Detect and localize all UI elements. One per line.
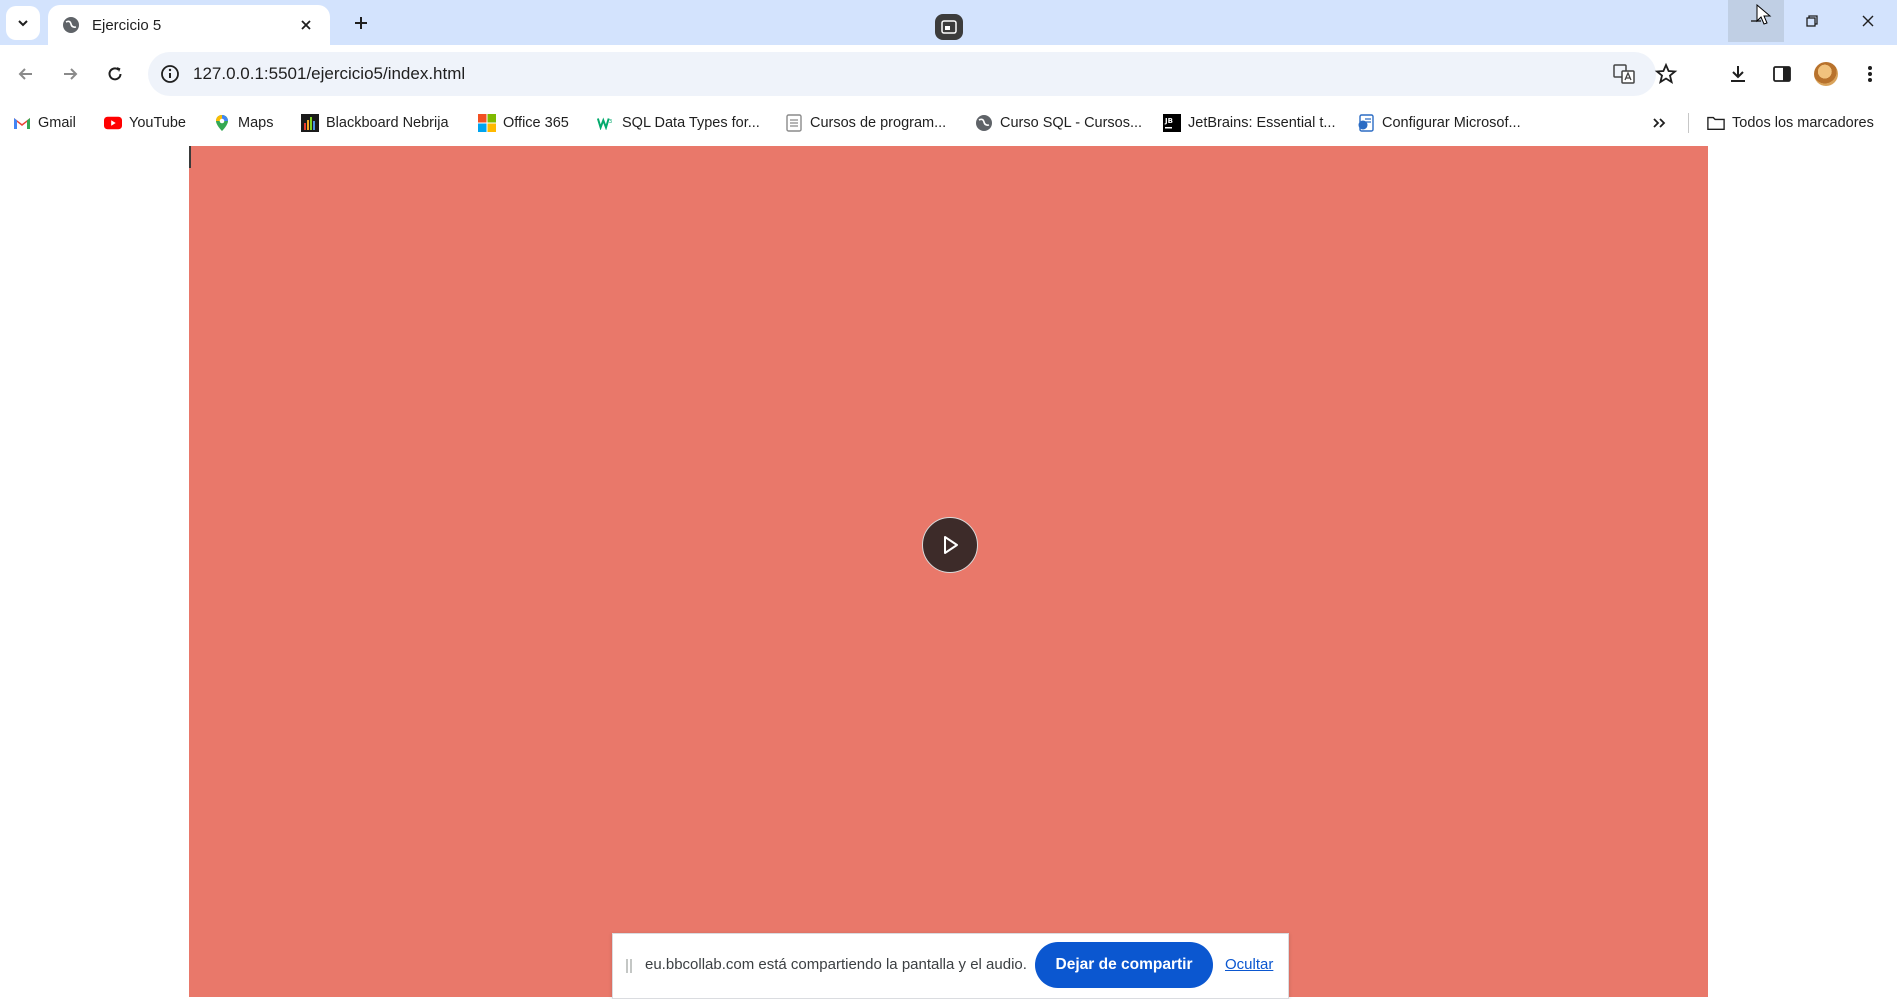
screen-share-icon: [941, 20, 957, 34]
drag-handle-icon[interactable]: [625, 958, 633, 974]
chevron-down-icon: [18, 20, 28, 27]
downloads-button[interactable]: [1720, 56, 1756, 92]
reload-icon: [108, 67, 122, 81]
close-icon: [301, 20, 311, 30]
menu-button[interactable]: [1852, 56, 1888, 92]
back-button[interactable]: [8, 56, 44, 92]
bookmark-cursos-programacion[interactable]: Cursos de program...: [785, 111, 946, 135]
bookmark-youtube[interactable]: YouTube: [104, 111, 186, 135]
window-close-button[interactable]: [1840, 0, 1896, 42]
svg-text:JB: JB: [1164, 117, 1173, 125]
bookmark-label: Curso SQL - Cursos...: [1000, 115, 1143, 131]
share-message: eu.bbcollab.com está compartiendo la pan…: [645, 956, 1027, 973]
bookmark-blackboard[interactable]: Blackboard Nebrija: [301, 111, 449, 135]
maps-icon: [213, 114, 231, 132]
all-bookmarks-button[interactable]: Todos los marcadores: [1707, 111, 1874, 135]
bookmark-label: Blackboard Nebrija: [326, 115, 449, 131]
stop-sharing-button[interactable]: Dejar de compartir: [1035, 942, 1213, 988]
w3schools-icon: 3: [597, 114, 615, 132]
translate-icon[interactable]: [1612, 62, 1636, 86]
close-icon: [1862, 15, 1874, 27]
bookmarks-bar: Gmail YouTube Maps Blackboard Nebrija Of…: [0, 103, 1897, 141]
plus-icon: [355, 17, 367, 29]
bookmark-label: SQL Data Types for...: [622, 115, 760, 131]
bookmark-curso-sql[interactable]: Curso SQL - Cursos...: [975, 111, 1142, 135]
bookmark-label: YouTube: [129, 115, 186, 131]
reload-button[interactable]: [97, 56, 133, 92]
avatar: [1814, 62, 1838, 86]
bookmark-label: Configurar Microsof...: [1382, 115, 1521, 131]
forward-button[interactable]: [52, 56, 88, 92]
tab-search-button[interactable]: [6, 6, 40, 40]
play-button[interactable]: [922, 517, 978, 573]
bookmark-maps[interactable]: Maps: [213, 111, 273, 135]
bookmark-gmail[interactable]: Gmail: [13, 111, 76, 135]
arrow-left-icon: [18, 68, 32, 80]
play-icon: [944, 536, 958, 554]
site-info-icon[interactable]: [158, 62, 182, 86]
bookmark-configurar-microsoft[interactable]: Configurar Microsof...: [1357, 111, 1521, 135]
side-panel-button[interactable]: [1764, 56, 1800, 92]
bookmarks-overflow-button[interactable]: [1651, 111, 1667, 135]
gmail-icon: [13, 114, 31, 132]
bookmark-label: JetBrains: Essential t...: [1188, 115, 1336, 131]
jetbrains-icon: JB: [1163, 114, 1181, 132]
bookmark-label: Maps: [238, 115, 274, 131]
tab-strip: Ejercicio 5: [0, 0, 1897, 45]
download-icon: [1731, 66, 1745, 82]
youtube-icon: [104, 114, 122, 132]
screen-share-notification: eu.bbcollab.com está compartiendo la pan…: [612, 933, 1289, 999]
bookmark-sql-data-types[interactable]: 3 SQL Data Types for...: [597, 111, 760, 135]
double-chevron-right-icon: [1653, 118, 1666, 128]
profile-button[interactable]: [1808, 56, 1844, 92]
address-bar[interactable]: 127.0.0.1:5501/ejercicio5/index.html: [148, 52, 1678, 96]
video-edge: [189, 146, 191, 168]
new-tab-button[interactable]: [346, 8, 376, 38]
page-content: [0, 141, 1897, 997]
globe-icon: [975, 114, 993, 132]
tab-active[interactable]: Ejercicio 5: [48, 5, 330, 45]
side-panel-icon: [1773, 66, 1791, 82]
bookmark-label: Office 365: [503, 115, 569, 131]
document-icon: [785, 114, 803, 132]
mouse-cursor-icon: [1756, 4, 1772, 25]
office-icon: [478, 114, 496, 132]
folder-icon: [1707, 114, 1725, 132]
bookmark-office365[interactable]: Office 365: [478, 111, 569, 135]
browser-toolbar: 127.0.0.1:5501/ejercicio5/index.html: [0, 45, 1897, 103]
arrow-right-icon: [64, 68, 78, 80]
screen-share-indicator[interactable]: [935, 14, 963, 40]
bookmark-label: Cursos de program...: [810, 115, 947, 131]
more-vertical-icon: [1868, 66, 1872, 82]
bookmark-jetbrains[interactable]: JB JetBrains: Essential t...: [1163, 111, 1335, 135]
video-player[interactable]: [189, 146, 1708, 997]
svg-text:3: 3: [609, 119, 612, 125]
globe-icon: [63, 17, 79, 33]
bookmark-star-icon[interactable]: [1654, 62, 1678, 86]
tab-close-button[interactable]: [294, 13, 318, 37]
bookmark-label: Gmail: [38, 115, 76, 131]
url-text[interactable]: 127.0.0.1:5501/ejercicio5/index.html: [193, 64, 465, 84]
restore-icon: [1806, 15, 1818, 27]
hide-link[interactable]: Ocultar: [1225, 956, 1273, 973]
all-bookmarks-label: Todos los marcadores: [1732, 115, 1874, 131]
restore-button[interactable]: [1784, 0, 1840, 42]
edge-doc-icon: [1357, 114, 1375, 132]
blackboard-icon: [301, 114, 319, 132]
tab-title: Ejercicio 5: [92, 16, 162, 34]
bookmarks-divider: [1688, 113, 1689, 133]
